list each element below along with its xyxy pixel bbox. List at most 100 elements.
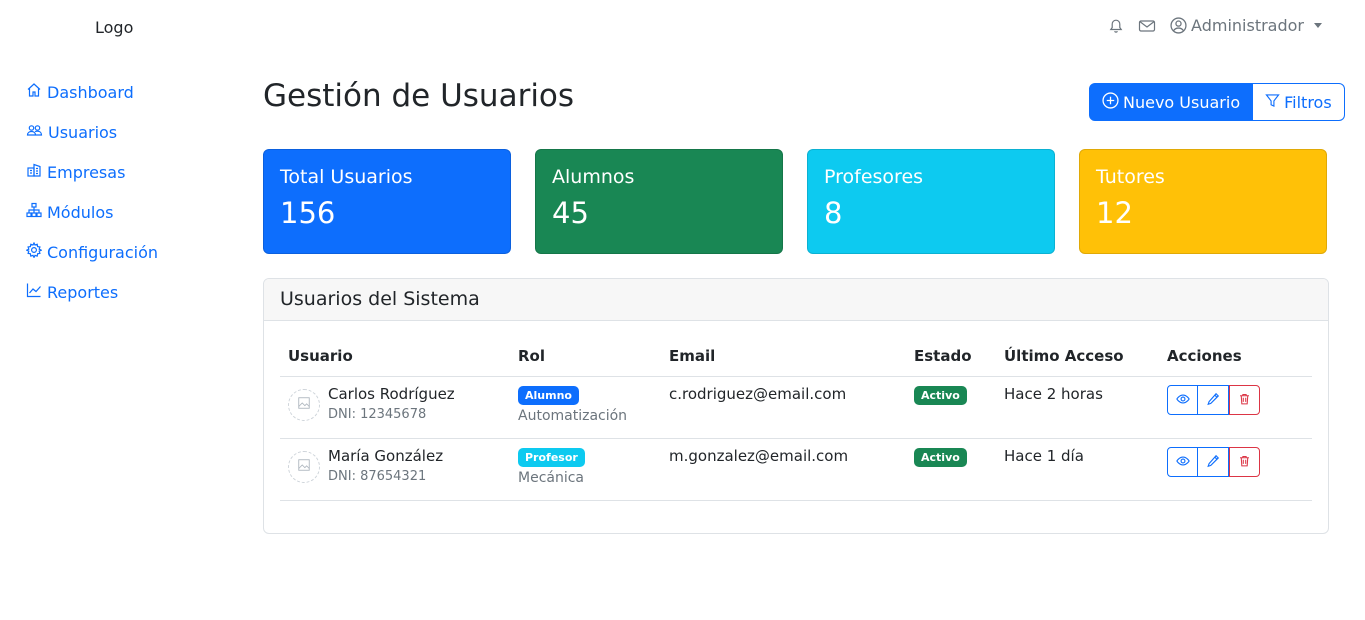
stat-title: Total Usuarios bbox=[280, 166, 413, 188]
table-row: María González DNI: 87654321 Profesor Me… bbox=[280, 439, 1312, 501]
sidebar-item-label: Módulos bbox=[47, 202, 114, 222]
stat-title: Alumnos bbox=[552, 166, 635, 188]
stat-card-tutores: Tutores 12 bbox=[1079, 149, 1327, 254]
stats-cards: Total Usuarios 156 Alumnos 45 Profesores… bbox=[263, 149, 1327, 254]
row-actions bbox=[1167, 385, 1312, 415]
column-header-ultimo-acceso: Último Acceso bbox=[1004, 346, 1124, 365]
gear-icon bbox=[25, 241, 43, 262]
role-specialty: Automatización bbox=[518, 408, 628, 424]
funnel-icon bbox=[1265, 93, 1280, 112]
graph-icon bbox=[26, 282, 42, 302]
building-icon bbox=[26, 162, 42, 182]
stat-card-alumnos: Alumnos 45 bbox=[535, 149, 783, 254]
sidebar-item-label: Usuarios bbox=[48, 122, 118, 142]
panel-title: Usuarios del Sistema bbox=[264, 279, 1328, 321]
sidebar-item-dashboard[interactable]: Dashboard bbox=[26, 72, 226, 112]
trash-icon bbox=[1238, 392, 1251, 409]
new-user-button[interactable]: Nuevo Usuario bbox=[1089, 83, 1254, 121]
filters-label: Filtros bbox=[1284, 92, 1332, 112]
edit-button[interactable] bbox=[1198, 385, 1229, 415]
sidebar-item-label: Reportes bbox=[47, 282, 119, 302]
plus-circle-icon bbox=[1102, 91, 1119, 113]
column-header-acciones: Acciones bbox=[1167, 346, 1242, 365]
user-cell: María González DNI: 87654321 bbox=[280, 439, 518, 500]
sidebar-item-label: Dashboard bbox=[47, 82, 134, 102]
role-cell: Alumno Automatización bbox=[518, 377, 669, 438]
delete-button[interactable] bbox=[1229, 385, 1260, 415]
pencil-icon bbox=[1206, 454, 1220, 471]
sidebar-item-empresas[interactable]: Empresas bbox=[26, 152, 226, 192]
diagram-icon bbox=[26, 202, 42, 222]
stat-value: 8 bbox=[824, 196, 843, 230]
stat-value: 45 bbox=[552, 196, 589, 230]
eye-icon bbox=[1175, 392, 1190, 409]
table-row: Carlos Rodríguez DNI: 12345678 Alumno Au… bbox=[280, 377, 1312, 439]
house-icon bbox=[26, 82, 42, 102]
sidebar-item-label: Configuración bbox=[47, 242, 159, 262]
status-badge: Activo bbox=[914, 448, 967, 467]
email-cell: m.gonzalez@email.com bbox=[669, 447, 849, 465]
user-name: María González bbox=[328, 447, 444, 465]
avatar bbox=[288, 451, 320, 483]
stat-value: 12 bbox=[1096, 196, 1133, 230]
role-badge: Alumno bbox=[518, 386, 579, 405]
email-cell: c.rodriguez@email.com bbox=[669, 385, 847, 403]
person-circle-icon bbox=[1170, 17, 1187, 34]
stat-card-profesores: Profesores 8 bbox=[807, 149, 1055, 254]
column-header-rol: Rol bbox=[518, 346, 545, 365]
user-dni: DNI: 87654321 bbox=[328, 469, 427, 484]
pencil-icon bbox=[1206, 392, 1220, 409]
column-header-email: Email bbox=[669, 346, 716, 365]
user-name: Carlos Rodríguez bbox=[328, 385, 455, 403]
sidebar-item-usuarios[interactable]: Usuarios bbox=[26, 112, 226, 152]
stat-title: Profesores bbox=[824, 166, 924, 188]
filters-button[interactable]: Filtros bbox=[1253, 83, 1345, 121]
caret-down-icon bbox=[1314, 23, 1322, 28]
role-cell: Profesor Mecánica bbox=[518, 439, 669, 500]
column-header-estado: Estado bbox=[914, 346, 972, 365]
status-badge: Activo bbox=[914, 386, 967, 405]
people-icon bbox=[26, 122, 43, 142]
sidebar-item-label: Empresas bbox=[47, 162, 126, 182]
user-menu-label: Administrador bbox=[1191, 16, 1304, 35]
new-user-label: Nuevo Usuario bbox=[1123, 92, 1241, 112]
last-access-cell: Hace 2 horas bbox=[1004, 385, 1103, 403]
role-badge: Profesor bbox=[518, 448, 585, 467]
user-cell: Carlos Rodríguez DNI: 12345678 bbox=[280, 377, 518, 438]
actions-cell bbox=[1167, 377, 1312, 438]
row-actions bbox=[1167, 447, 1312, 477]
table-header: Usuario Rol Email Estado Último Acceso A… bbox=[280, 335, 1312, 377]
envelope-icon[interactable] bbox=[1138, 18, 1156, 34]
view-button[interactable] bbox=[1167, 447, 1198, 477]
status-cell: Activo bbox=[914, 439, 1004, 500]
users-panel: Usuarios del Sistema Usuario Rol Email E… bbox=[263, 278, 1329, 534]
header-button-group: Nuevo Usuario Filtros bbox=[1089, 83, 1345, 121]
image-icon bbox=[297, 458, 311, 476]
sidebar: Dashboard Usuarios Empresas Módulos Conf… bbox=[25, 72, 226, 312]
topbar-actions: Administrador bbox=[1108, 16, 1322, 35]
edit-button[interactable] bbox=[1198, 447, 1229, 477]
sidebar-item-configuracion[interactable]: Configuración bbox=[25, 232, 226, 272]
image-icon bbox=[297, 396, 311, 414]
status-cell: Activo bbox=[914, 377, 1004, 438]
trash-icon bbox=[1238, 454, 1251, 471]
avatar bbox=[288, 389, 320, 421]
user-dni: DNI: 12345678 bbox=[328, 407, 427, 422]
view-button[interactable] bbox=[1167, 385, 1198, 415]
sidebar-item-modulos[interactable]: Módulos bbox=[26, 192, 226, 232]
column-header-usuario: Usuario bbox=[288, 346, 353, 365]
stat-title: Tutores bbox=[1096, 166, 1165, 188]
users-table: Usuario Rol Email Estado Último Acceso A… bbox=[280, 335, 1312, 501]
actions-cell bbox=[1167, 439, 1312, 500]
page-title: Gestión de Usuarios bbox=[263, 78, 575, 114]
delete-button[interactable] bbox=[1229, 447, 1260, 477]
role-specialty: Mecánica bbox=[518, 470, 585, 486]
bell-icon[interactable] bbox=[1108, 18, 1124, 34]
user-menu-dropdown[interactable]: Administrador bbox=[1170, 16, 1322, 35]
last-access-cell: Hace 1 día bbox=[1004, 447, 1084, 465]
logo[interactable]: Logo bbox=[95, 18, 133, 37]
stat-value: 156 bbox=[280, 196, 336, 230]
eye-icon bbox=[1175, 454, 1190, 471]
sidebar-item-reportes[interactable]: Reportes bbox=[26, 272, 226, 312]
stat-card-total: Total Usuarios 156 bbox=[263, 149, 511, 254]
